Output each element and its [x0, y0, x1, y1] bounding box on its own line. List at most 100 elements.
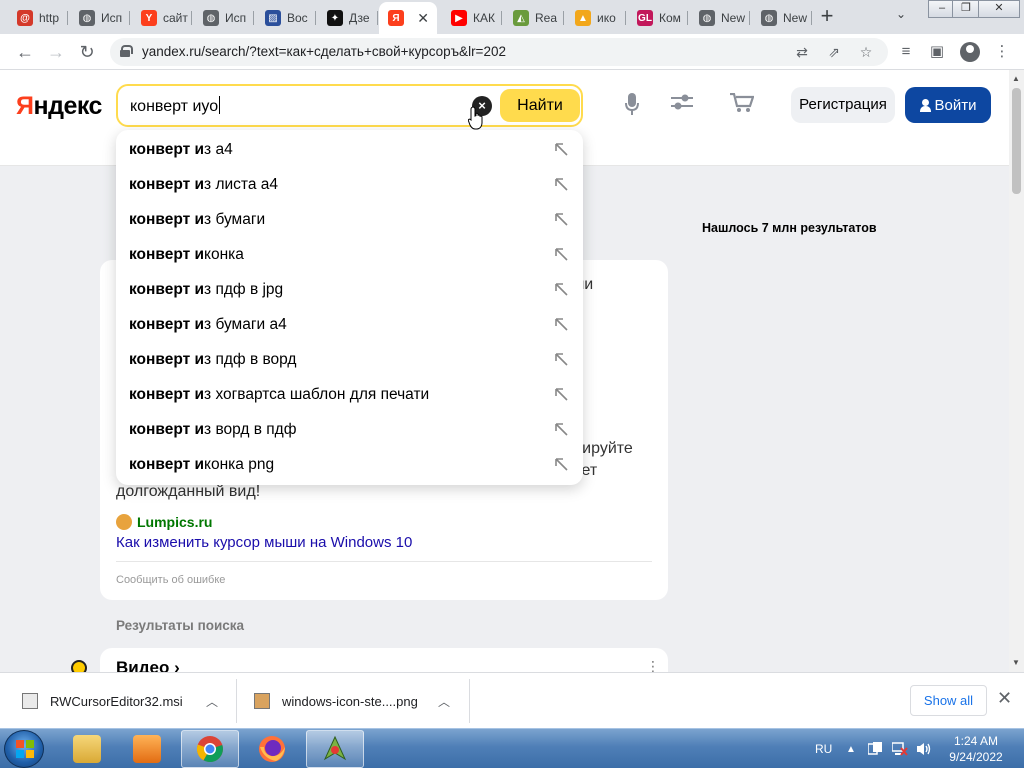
yandex-logo[interactable]: Яндекс: [16, 92, 102, 121]
chevron-up-icon[interactable]: ︿: [438, 693, 450, 710]
tab-title: ико: [597, 11, 616, 25]
fill-query-arrow-icon[interactable]: [554, 177, 568, 191]
lock-icon[interactable]: [120, 45, 133, 57]
tab-separator: [563, 11, 564, 25]
suggest-item[interactable]: конверт из бумаги а4: [116, 307, 583, 342]
cursor-editor-taskbar-icon[interactable]: [306, 730, 364, 768]
fill-query-arrow-icon[interactable]: [554, 352, 568, 366]
back-icon[interactable]: ←: [14, 41, 36, 63]
browser-tab[interactable]: ◭ Rea: [504, 4, 564, 32]
download-item[interactable]: windows-icon-ste....png ︿: [254, 673, 454, 729]
browser-tab[interactable]: ◍ New: [752, 4, 812, 32]
media-queue-icon[interactable]: ≡: [894, 40, 918, 64]
browser-tab[interactable]: ◍ Исп: [194, 4, 254, 32]
reload-icon[interactable]: ↻: [76, 41, 98, 63]
tab-title: Вос: [287, 11, 308, 25]
new-tab-button[interactable]: +: [815, 5, 839, 29]
fill-query-arrow-icon[interactable]: [554, 247, 568, 261]
system-clock[interactable]: 1:24 AM 9/24/2022: [940, 733, 1012, 765]
suggest-item[interactable]: конверт из бумаги: [116, 202, 583, 237]
tab-favicon-icon: Y: [141, 10, 157, 26]
fill-query-arrow-icon[interactable]: [554, 282, 568, 296]
action-center-icon[interactable]: [868, 729, 882, 768]
fill-query-arrow-icon[interactable]: [554, 317, 568, 331]
browser-tab[interactable]: ▶ КАК: [442, 4, 502, 32]
video-section-title[interactable]: Видео ›: [116, 658, 180, 672]
suggest-item[interactable]: конверт из пдф в jpg: [116, 272, 583, 307]
tab-separator: [191, 11, 192, 25]
menu-kebab-icon[interactable]: ⋮: [990, 40, 1014, 64]
url-text[interactable]: yandex.ru/search/?text=как+сделать+свой+…: [142, 44, 506, 59]
divider: [116, 561, 652, 562]
result-link[interactable]: Как изменить курсор мыши на Windows 10: [116, 534, 412, 551]
browser-tab[interactable]: ✦ Дзе: [318, 4, 378, 32]
search-input[interactable]: конверт иуо: [130, 96, 221, 116]
close-window-button[interactable]: ✕: [978, 0, 1020, 18]
source-site[interactable]: Lumpics.ru: [116, 514, 212, 530]
cart-icon[interactable]: [730, 92, 755, 117]
share-icon[interactable]: ⇗: [824, 42, 844, 62]
fill-query-arrow-icon[interactable]: [554, 457, 568, 471]
suggest-match: конверт и: [129, 351, 205, 368]
tab-favicon-icon: ▲: [575, 10, 591, 26]
suggest-item[interactable]: конверт из хогвартса шаблон для печати: [116, 377, 583, 412]
language-indicator[interactable]: RU: [815, 729, 832, 768]
microphone-icon[interactable]: [620, 93, 644, 117]
maximize-button[interactable]: ❐: [952, 0, 980, 18]
show-all-button[interactable]: Show all: [910, 685, 987, 716]
fill-query-arrow-icon[interactable]: [554, 212, 568, 226]
tab-favicon-icon: GL: [637, 10, 653, 26]
chrome-taskbar-icon[interactable]: [181, 730, 239, 768]
register-button[interactable]: Регистрация: [791, 87, 895, 123]
fill-query-arrow-icon[interactable]: [554, 422, 568, 436]
tab-title: КАК: [473, 11, 495, 25]
suggest-text: конверт из ворд в пдф: [129, 421, 296, 439]
suggest-item[interactable]: конверт из листа а4: [116, 167, 583, 202]
volume-icon[interactable]: [916, 729, 932, 768]
tab-favicon-icon: Я: [388, 10, 404, 26]
bookmark-star-icon[interactable]: ☆: [856, 42, 876, 62]
filters-icon[interactable]: [670, 93, 694, 117]
forward-icon[interactable]: →: [45, 41, 67, 63]
chevron-up-icon[interactable]: ︿: [206, 693, 218, 710]
close-icon[interactable]: ✕: [997, 688, 1012, 709]
browser-tab[interactable]: Yсайт: [132, 4, 192, 32]
suggest-item[interactable]: конверт из ворд в пдф: [116, 412, 583, 447]
suggest-item[interactable]: конверт из а4: [116, 132, 583, 167]
tab-close-icon[interactable]: ✕: [417, 10, 429, 27]
login-button[interactable]: Войти: [905, 87, 991, 123]
suggest-item[interactable]: конверт иконка: [116, 237, 583, 272]
browser-tab[interactable]: Я ✕: [379, 2, 437, 34]
find-button[interactable]: Найти: [500, 89, 580, 122]
file-explorer-taskbar-icon[interactable]: [58, 730, 116, 768]
media-player-taskbar-icon[interactable]: [118, 730, 176, 768]
report-error-link[interactable]: Сообщить об ошибке: [116, 574, 225, 586]
suggest-item[interactable]: конверт иконка png: [116, 447, 583, 482]
address-bar[interactable]: yandex.ru/search/?text=как+сделать+свой+…: [110, 38, 888, 66]
download-item[interactable]: RWCursorEditor32.msi ︿: [22, 673, 222, 729]
browser-tab[interactable]: ▲ ико: [566, 4, 626, 32]
suggest-item[interactable]: конверт из пдф в ворд: [116, 342, 583, 377]
firefox-taskbar-icon[interactable]: [243, 730, 301, 768]
browser-tab[interactable]: ◍ Исп: [70, 4, 130, 32]
show-hidden-icons-icon[interactable]: ▲: [846, 729, 856, 768]
fill-query-arrow-icon[interactable]: [554, 387, 568, 401]
network-icon[interactable]: [892, 729, 908, 768]
scroll-up-icon[interactable]: ▲: [1012, 74, 1020, 83]
more-options-icon[interactable]: ⋮: [646, 658, 660, 672]
side-panel-icon[interactable]: ▣: [925, 40, 949, 64]
browser-tab[interactable]: ◍ New: [690, 4, 750, 32]
user-icon: [919, 98, 931, 112]
scroll-thumb[interactable]: [1012, 88, 1021, 194]
scroll-down-icon[interactable]: ▼: [1012, 658, 1020, 667]
page-scrollbar[interactable]: ▲ ▼: [1009, 70, 1024, 672]
tab-separator: [625, 11, 626, 25]
browser-tab[interactable]: GL Ком: [628, 4, 688, 32]
start-button[interactable]: [4, 730, 44, 768]
translate-icon[interactable]: ⇄: [792, 42, 812, 62]
browser-tab[interactable]: ▨ Вос: [256, 4, 316, 32]
profile-avatar-icon[interactable]: [960, 42, 980, 62]
tab-search-chevron-icon[interactable]: ⌄: [896, 7, 906, 21]
browser-tab[interactable]: @ http: [8, 4, 68, 32]
fill-query-arrow-icon[interactable]: [554, 142, 568, 156]
